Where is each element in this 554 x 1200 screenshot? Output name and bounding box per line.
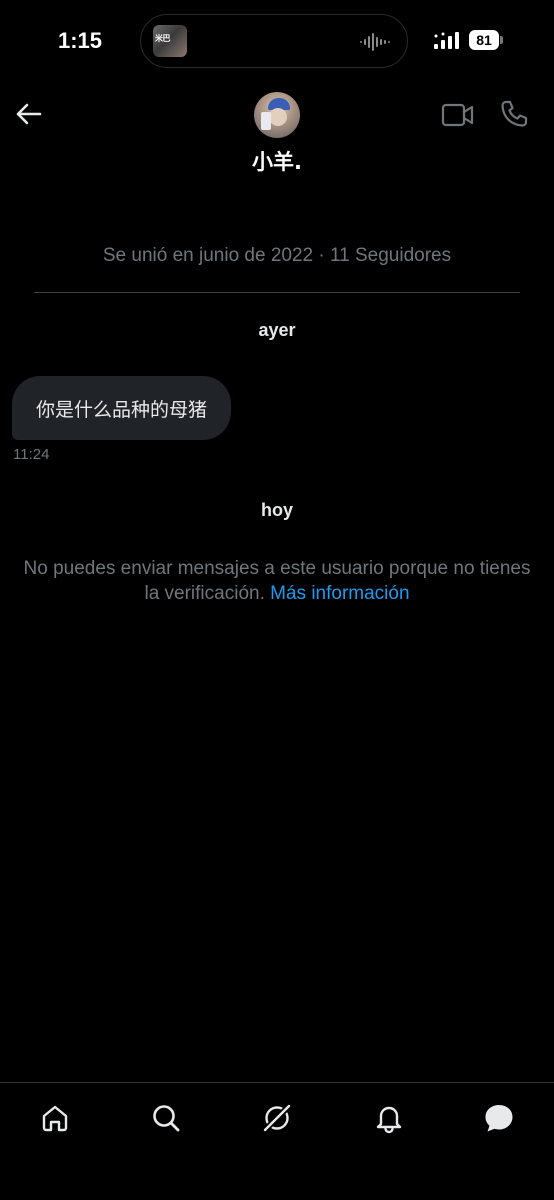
- search-icon: [153, 1105, 180, 1132]
- voice-call-button[interactable]: [498, 98, 530, 130]
- day-separator-yesterday: ayer: [258, 320, 296, 340]
- messages-icon: [485, 1105, 513, 1132]
- grok-icon: [261, 1102, 293, 1134]
- video-call-button[interactable]: [440, 100, 476, 130]
- profile-name[interactable]: 小羊.: [0, 146, 554, 176]
- back-button[interactable]: [12, 98, 44, 130]
- phone-icon: [501, 100, 528, 127]
- message-timestamp: 11:24: [13, 446, 50, 463]
- dynamic-island[interactable]: 米巴: [140, 14, 408, 68]
- nav-grok[interactable]: [260, 1101, 294, 1135]
- audio-wave-icon: [360, 33, 390, 51]
- now-playing-artwork: 米巴: [153, 25, 187, 57]
- home-icon: [42, 1105, 68, 1132]
- day-separator-today: hoy: [260, 500, 293, 520]
- bottom-navigation: [0, 1082, 554, 1200]
- battery-indicator: 81: [469, 30, 499, 50]
- nav-search[interactable]: [149, 1101, 183, 1135]
- verification-notice: No puedes enviar mensajes a este usuario…: [20, 556, 534, 606]
- message-text: 你是什么品种的母猪: [36, 398, 208, 421]
- divider: [34, 292, 520, 293]
- more-info-link[interactable]: Más información: [270, 583, 409, 604]
- avatar-phone: [261, 112, 271, 130]
- battery-tip: [500, 36, 503, 44]
- video-camera-icon: [441, 103, 474, 127]
- arrow-left-icon: [16, 103, 42, 125]
- nav-home[interactable]: [38, 1101, 72, 1135]
- status-bar: 1:15 米巴 81: [0, 0, 554, 84]
- received-message-bubble[interactable]: 你是什么品种的母猪: [12, 376, 232, 440]
- nav-notifications[interactable]: [372, 1101, 406, 1135]
- artwork-label: 米巴: [155, 34, 171, 43]
- profile-avatar[interactable]: [254, 92, 300, 138]
- cellular-signal-icon: [434, 32, 459, 49]
- profile-join-info: Se unió en junio de 2022 · 11 Seguidores: [102, 245, 452, 266]
- nav-messages[interactable]: [482, 1101, 516, 1135]
- avatar-face: [269, 108, 287, 126]
- notifications-icon: [376, 1106, 402, 1134]
- status-time: 1:15: [58, 28, 103, 53]
